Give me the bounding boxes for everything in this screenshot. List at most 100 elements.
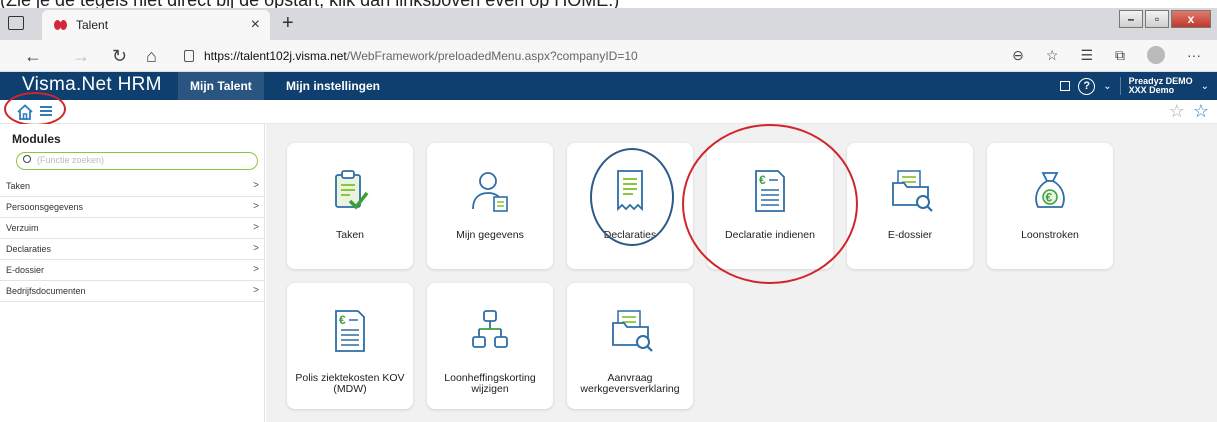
- tile-e-dossier[interactable]: E-dossier: [847, 143, 973, 269]
- chevron-right-icon: >: [253, 264, 259, 275]
- tab-mijn-talent[interactable]: Mijn Talent: [178, 72, 264, 100]
- sidebar-title: Modules: [12, 132, 61, 146]
- url-path: /WebFramework/preloadedMenu.aspx?company…: [346, 49, 638, 63]
- window-controls: – ▫ x: [1119, 10, 1211, 28]
- folder-search-icon: [892, 170, 933, 212]
- sidebar-item-label: Bedrijfsdocumenten: [6, 286, 86, 296]
- favorite-star-icon[interactable]: ☆: [1193, 101, 1209, 121]
- search-placeholder: (Functie zoeken): [37, 155, 105, 165]
- chevron-right-icon: >: [253, 180, 259, 191]
- favorite-add-icon[interactable]: ☆: [1046, 47, 1059, 64]
- brand-title: Visma.Net HRM: [22, 74, 162, 95]
- user-company: XXX Demo: [1128, 85, 1175, 95]
- menu-icon[interactable]: [40, 106, 52, 116]
- tile-loonstroken[interactable]: € Loonstroken: [987, 143, 1113, 269]
- chevron-down-icon[interactable]: ⌄: [1103, 81, 1111, 92]
- sidebar-item-taken[interactable]: Taken >: [0, 176, 265, 197]
- modules-list: Taken > Persoonsgegevens > Verzuim > Declar…: [0, 176, 265, 302]
- sidebar-item-declaraties[interactable]: Declaraties >: [0, 239, 265, 260]
- favorites-list-icon[interactable]: ☆: [1169, 101, 1185, 121]
- tile-label: Loonheffingskorting wijzigen: [444, 372, 536, 395]
- chevron-right-icon: >: [253, 285, 259, 296]
- maximize-button[interactable]: ▫: [1145, 10, 1169, 28]
- euro-document-icon: €: [755, 170, 785, 212]
- favorites-icon[interactable]: ☰: [1080, 47, 1093, 64]
- minimize-button[interactable]: –: [1119, 10, 1143, 28]
- tab-title: Talent: [76, 18, 109, 32]
- new-tab-icon[interactable]: +: [282, 12, 294, 35]
- browser-tab[interactable]: Talent ×: [42, 10, 270, 40]
- profile-avatar[interactable]: [1147, 46, 1165, 64]
- url-host: https://talent102j.visma.net: [204, 49, 347, 63]
- clipboard-check-icon: [335, 170, 369, 210]
- tile-aanvraag-werkgeversverklaring[interactable]: Aanvraag werkgeversverklaring: [567, 283, 693, 409]
- modules-sidebar: Modules (Functie zoeken) Taken > Persoons…: [0, 124, 265, 422]
- browser-home-icon[interactable]: ⌂: [146, 46, 157, 67]
- function-search-input[interactable]: (Functie zoeken): [16, 152, 258, 170]
- person-document-icon: [472, 172, 508, 212]
- org-chart-icon: [472, 310, 508, 348]
- address-bar: ← → ↻ ⌂ https://talent102j.visma.net/Web…: [0, 40, 1217, 72]
- sidebar-item-label: Taken: [6, 181, 31, 191]
- instruction-caption: (Zie je de tegels niet direct bij de ops…: [0, 0, 1217, 8]
- user-chevron-icon[interactable]: ⌄: [1201, 81, 1209, 92]
- tab-actions-icon[interactable]: [8, 16, 24, 30]
- tile-label: Polis ziektekosten KOV (MDW): [295, 372, 405, 395]
- chevron-right-icon: >: [253, 243, 259, 254]
- sidebar-item-label: E-dossier: [6, 265, 45, 275]
- sidebar-item-label: Persoonsgegevens: [6, 202, 84, 212]
- sidebar-item-label: Verzuim: [6, 223, 39, 233]
- tile-label: E-dossier: [887, 229, 933, 241]
- header-tools: ? ⌄ Preadyz DEMO XXX Demo ⌄: [1060, 72, 1209, 100]
- receipt-icon: [617, 170, 643, 212]
- sidebar-item-persoonsgegevens[interactable]: Persoonsgegevens >: [0, 197, 265, 218]
- tile-label: Loonstroken: [1021, 229, 1079, 241]
- url-field[interactable]: https://talent102j.visma.net/WebFramewor…: [176, 44, 1036, 68]
- tiles-area: Taken Mijn gegevens Declaraties € Declar…: [266, 124, 1217, 422]
- favorites-tools: ☆ ☆: [1169, 101, 1209, 122]
- search-icon: [23, 155, 31, 163]
- tile-polis-ziektekosten[interactable]: € Polis ziektekosten KOV (MDW): [287, 283, 413, 409]
- tab-mijn-instellingen[interactable]: Mijn instellingen: [274, 72, 392, 100]
- money-bag-icon: €: [1035, 172, 1065, 208]
- folder-search-icon: [612, 310, 653, 352]
- help-icon[interactable]: ?: [1078, 77, 1096, 95]
- browser-tab-bar: Talent × + – ▫ x: [0, 8, 1217, 40]
- app-header: Visma.Net HRM Mijn Talent Mijn instellin…: [0, 72, 1217, 100]
- tab-close-icon[interactable]: ×: [251, 16, 260, 34]
- window-icon[interactable]: [1060, 81, 1071, 91]
- sidebar-item-e-dossier[interactable]: E-dossier >: [0, 260, 265, 281]
- tile-mijn-gegevens[interactable]: Mijn gegevens: [427, 143, 553, 269]
- more-icon[interactable]: ···: [1187, 47, 1201, 63]
- tile-declaratie-indienen[interactable]: € Declaratie indienen: [707, 143, 833, 269]
- home-icon[interactable]: [16, 103, 34, 121]
- address-bar-tools: ⊖ ☆ ☰ ⧉ ···: [1012, 46, 1201, 64]
- collections-icon[interactable]: ⧉: [1115, 47, 1125, 64]
- tile-label: Declaratie indienen: [725, 229, 815, 241]
- zoom-icon[interactable]: ⊖: [1012, 47, 1024, 64]
- user-menu[interactable]: Preadyz DEMO XXX Demo: [1119, 77, 1193, 95]
- reload-icon[interactable]: ↻: [112, 46, 127, 67]
- svg-text:€: €: [759, 173, 766, 187]
- sidebar-item-verzuim[interactable]: Verzuim >: [0, 218, 265, 239]
- svg-text:€: €: [1046, 191, 1053, 205]
- forward-icon[interactable]: →: [72, 46, 90, 67]
- tile-label: Taken: [335, 229, 365, 241]
- tile-label: Mijn gegevens: [456, 229, 524, 241]
- svg-text:€: €: [339, 313, 346, 327]
- back-icon[interactable]: ←: [24, 46, 42, 67]
- lock-icon: [184, 50, 194, 62]
- chevron-right-icon: >: [253, 222, 259, 233]
- tile-taken[interactable]: Taken: [287, 143, 413, 269]
- euro-document-icon: €: [335, 310, 365, 352]
- sub-toolbar: ☆ ☆: [0, 100, 1217, 124]
- tile-label: Declaraties: [603, 229, 657, 241]
- sidebar-item-bedrijfsdocumenten[interactable]: Bedrijfsdocumenten >: [0, 281, 265, 302]
- window-close-button[interactable]: x: [1171, 10, 1211, 28]
- tile-label: Aanvraag werkgeversverklaring: [580, 372, 680, 395]
- visma-favicon-icon: [54, 20, 68, 30]
- tile-loonheffingskorting[interactable]: Loonheffingskorting wijzigen: [427, 283, 553, 409]
- chevron-right-icon: >: [253, 201, 259, 212]
- sidebar-item-label: Declaraties: [6, 244, 52, 254]
- tile-declaraties[interactable]: Declaraties: [567, 143, 693, 269]
